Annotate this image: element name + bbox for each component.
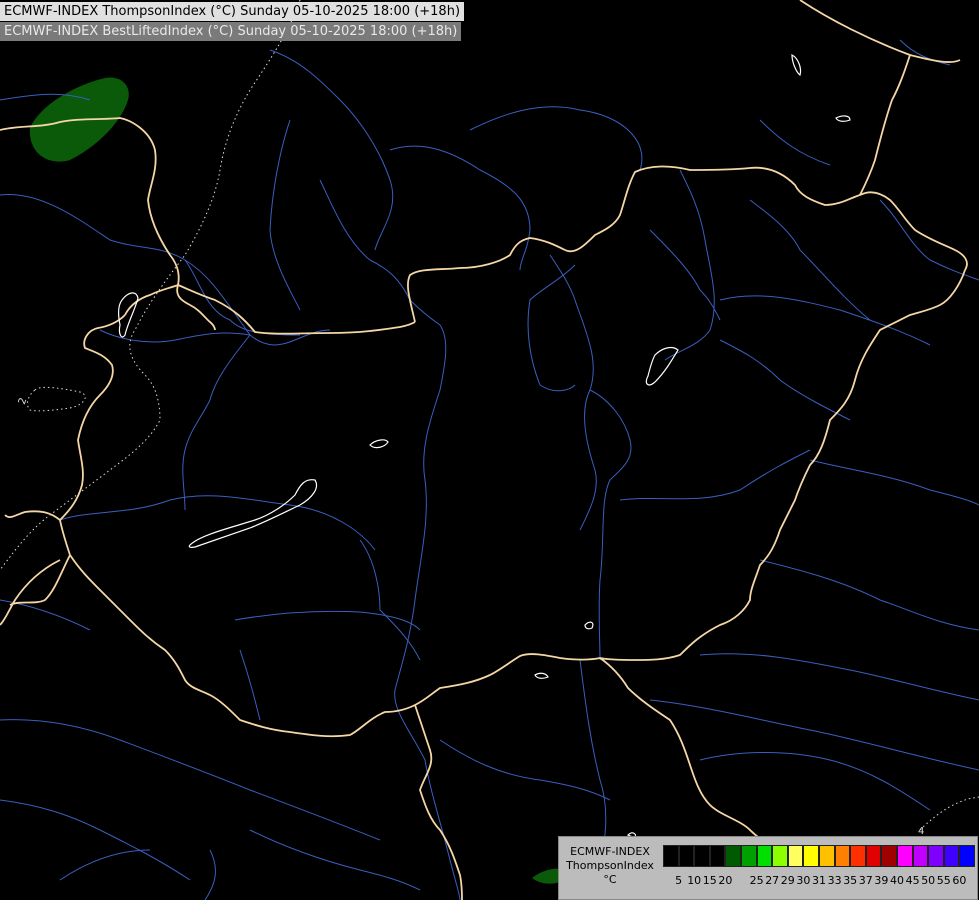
legend-swatch [756, 845, 773, 867]
legend-tick-label: 45 [905, 874, 920, 887]
legend-swatch [663, 845, 679, 867]
color-legend: ECMWF-INDEX ThompsonIndex °C 5 10 15 20 25 27… [558, 836, 978, 900]
map-title-bestlifted: ECMWF-INDEX BestLiftedIndex (°C) Sunday … [0, 22, 462, 41]
legend-tick-label: 33 [827, 874, 842, 887]
legend-tick-label: 39 [874, 874, 889, 887]
legend-swatch [912, 845, 929, 867]
legend-label-unit: °C [603, 873, 617, 886]
map-title-thompson: ECMWF-INDEX ThompsonIndex (°C) Sunday 05… [0, 2, 465, 21]
legend-swatches [663, 845, 975, 867]
legend-swatch [850, 845, 866, 867]
legend-label: ECMWF-INDEX ThompsonIndex °C [561, 845, 659, 887]
legend-tick-label: 30 [796, 874, 811, 887]
legend-swatch [772, 845, 788, 867]
legend-tick-label: 60 [952, 874, 967, 887]
legend-tick-label: 15 [702, 874, 717, 887]
legend-tick-label: 50 [921, 874, 936, 887]
legend-tick-label: 20 [718, 874, 733, 887]
legend-swatch [787, 845, 804, 867]
legend-label-model: ECMWF-INDEX [570, 845, 650, 858]
legend-tick-label: 25 [749, 874, 764, 887]
legend-swatch [881, 845, 897, 867]
legend-swatch [725, 845, 741, 867]
legend-swatch [865, 845, 882, 867]
legend-tick-label: 35 [843, 874, 858, 887]
legend-swatch [694, 845, 710, 867]
legend-tick-label: 31 [812, 874, 826, 887]
legend-swatch [803, 845, 819, 867]
map-canvas: 2 4 [0, 0, 979, 900]
legend-swatch [834, 845, 851, 867]
legend-swatch [943, 845, 960, 867]
legend-label-index: ThompsonIndex [566, 859, 654, 872]
legend-swatch [896, 845, 913, 867]
legend-tick-label: 29 [780, 874, 795, 887]
legend-tick-label: 40 [890, 874, 904, 887]
legend-swatch [678, 845, 695, 867]
legend-swatch [709, 845, 726, 867]
legend-swatch [818, 845, 835, 867]
legend-tick-label: 37 [858, 874, 873, 887]
legend-tick-label: 27 [765, 874, 780, 887]
legend-tick-label: 5 [675, 874, 683, 887]
legend-swatch [740, 845, 757, 867]
legend-tick-label: 10 [687, 874, 702, 887]
legend-swatch [959, 845, 975, 867]
legend-tick-label: 55 [936, 874, 951, 887]
legend-swatch [928, 845, 944, 867]
legend-ticks: 5 10 15 20 25 27 29 30 31 33 35 37 39 40 45 50 55 60 [663, 874, 975, 888]
